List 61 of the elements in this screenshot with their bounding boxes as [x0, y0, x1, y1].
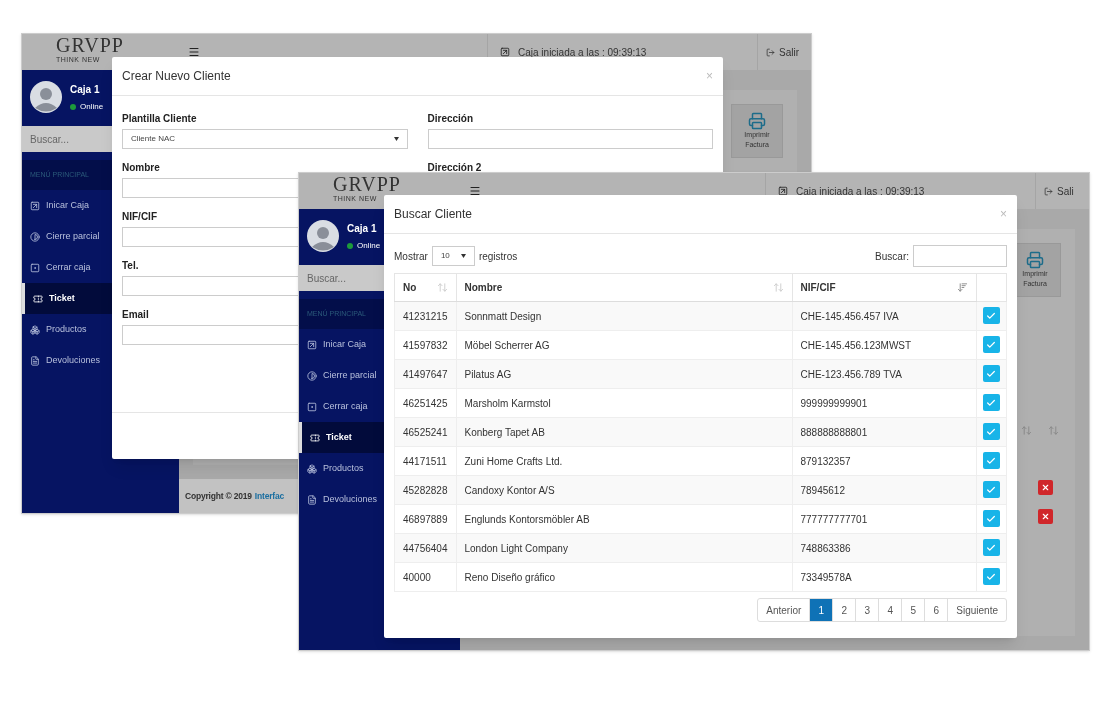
session-text: Caja iniciada a las : 09:39:13	[518, 45, 647, 60]
table-cell: 46525241	[394, 417, 456, 447]
table-cell: 41231215	[394, 301, 456, 331]
copyright-text: Copyright © 2019	[185, 489, 252, 503]
logo-text: GRVPP	[333, 174, 401, 194]
table-cell: Zuni Home Crafts Ltd.	[456, 446, 792, 476]
column-header[interactable]: Nombre	[456, 273, 792, 302]
table-cell: 41597832	[394, 330, 456, 360]
modal-title: Buscar Cliente	[394, 206, 473, 223]
column-header[interactable]: No	[394, 273, 456, 302]
next-button[interactable]: Siguiente	[948, 599, 1006, 621]
sidebar-item[interactable]: Cierre parcial	[22, 221, 179, 252]
table-cell: Candoxy Kontor A/S	[456, 475, 792, 505]
table-cell: Englunds Kontorsmöbler AB	[456, 504, 792, 534]
modal-title: Crear Nuevo Cliente	[122, 68, 231, 85]
table-cell: 46251425	[394, 388, 456, 418]
search-label: Buscar:	[875, 249, 909, 264]
table-cell: 999999999901	[792, 388, 976, 418]
table-cell: 879132357	[792, 446, 976, 476]
table-cell: Marsholm Karmstol	[456, 388, 792, 418]
table-cell: 44171511	[394, 446, 456, 476]
logout-button[interactable]: Salir	[757, 34, 811, 70]
table-cell: 46897889	[394, 504, 456, 534]
table-cell: 78945612	[792, 475, 976, 505]
column-header[interactable]: NIF/CIF	[792, 273, 976, 302]
user-name: Caja 1	[347, 221, 378, 236]
page-size-select[interactable]: 10	[431, 246, 475, 266]
table-cell: 40000	[394, 562, 456, 592]
field-label: Dirección	[427, 112, 474, 126]
table-cell: 41497647	[394, 359, 456, 389]
show-label: Mostrar	[394, 249, 428, 264]
table-cell: Möbel Scherrer AG	[456, 330, 792, 360]
field-label: Dirección 2	[427, 161, 482, 175]
table-cell: 44756404	[394, 533, 456, 563]
table-cell: CHE-145.456.123MWST	[792, 330, 976, 360]
table-cell: Konberg Tapet AB	[456, 417, 792, 447]
sidebar-item[interactable]: Devoluciones	[22, 345, 179, 376]
logo-text: GRVPP	[56, 35, 124, 55]
table-cell: London Light Company	[456, 533, 792, 563]
session-text: Caja iniciada a las : 09:39:13	[796, 184, 925, 199]
table-cell: 777777777701	[792, 504, 976, 534]
status-text: Online	[80, 100, 104, 113]
records-label: registros	[478, 249, 518, 264]
logout-button[interactable]: Sali	[1035, 173, 1089, 209]
table-cell: 73349578A	[792, 562, 976, 592]
table-cell: CHE-145.456.457 IVA	[792, 301, 976, 331]
field-label: Plantilla Cliente	[122, 112, 197, 126]
page-button[interactable]: 1	[810, 599, 834, 621]
user-name: Caja 1	[70, 82, 101, 97]
status-text: Online	[357, 239, 381, 252]
table-cell: 888888888801	[792, 417, 976, 447]
field-label: Tel.	[122, 259, 139, 273]
table-cell: Reno Diseño gráfico	[456, 562, 792, 592]
field-label: Nombre	[122, 161, 160, 175]
template-select[interactable]: Cliente NAC	[122, 129, 408, 149]
table-cell: CHE-123.456.789 TVA	[792, 359, 976, 389]
table-cell: Pilatus AG	[456, 359, 792, 389]
table-cell: 45282828	[394, 475, 456, 505]
table-cell: Sonnmatt Design	[456, 301, 792, 331]
field-label: NIF/CIF	[122, 210, 157, 224]
table-cell: 748863386	[792, 533, 976, 563]
